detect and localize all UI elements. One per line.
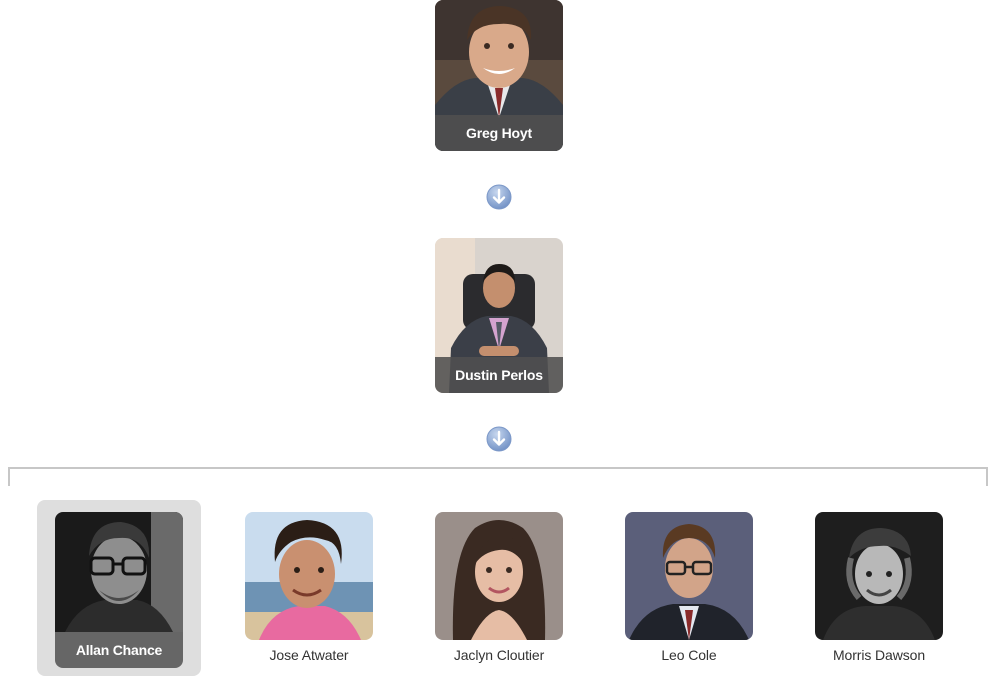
child-card-morris-dawson[interactable]: Morris Dawson: [815, 512, 943, 663]
avatar: [625, 512, 753, 640]
org-card-name: Dustin Perlos: [435, 357, 563, 393]
child-name: Morris Dawson: [832, 647, 926, 663]
org-card-dustin-perlos[interactable]: Dustin Perlos: [435, 238, 563, 393]
arrow-down-circle-icon[interactable]: [486, 184, 512, 210]
child-card-jaclyn-cloutier[interactable]: Jaclyn Cloutier: [435, 512, 563, 663]
child-card-allan-chance[interactable]: Allan Chance: [55, 512, 183, 668]
child-card-leo-cole[interactable]: Leo Cole: [625, 512, 753, 663]
arrow-down-circle-icon[interactable]: [486, 426, 512, 452]
org-card-greg-hoyt[interactable]: Greg Hoyt: [435, 0, 563, 151]
child-name: Jaclyn Cloutier: [453, 647, 545, 663]
child-card-jose-atwater[interactable]: Jose Atwater: [245, 512, 373, 663]
avatar: [435, 512, 563, 640]
child-name: Jose Atwater: [269, 647, 349, 663]
avatar: [245, 512, 373, 640]
children-connector-bracket: [8, 467, 988, 486]
child-name: Allan Chance: [55, 632, 183, 668]
org-card-name: Greg Hoyt: [435, 115, 563, 151]
avatar: [55, 512, 183, 632]
avatar: [815, 512, 943, 640]
child-name: Leo Cole: [661, 647, 717, 663]
